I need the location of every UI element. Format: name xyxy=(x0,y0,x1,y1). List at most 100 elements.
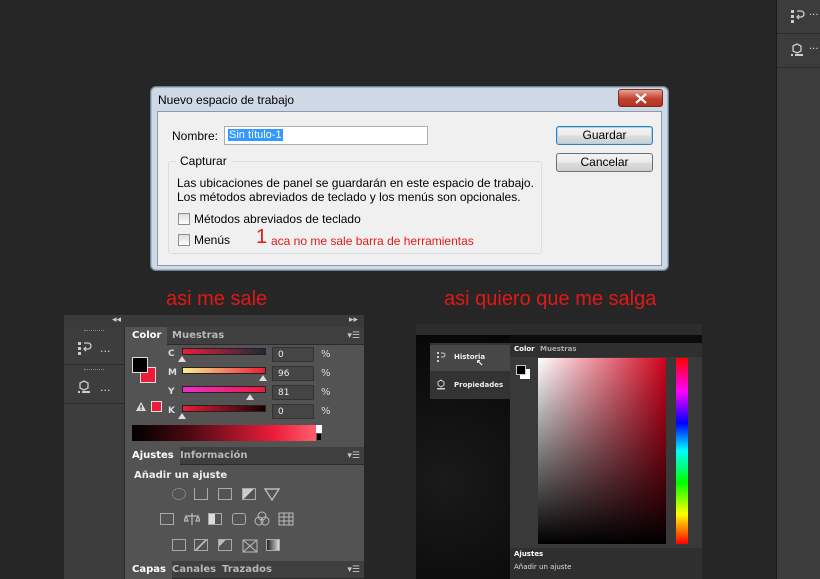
foreground-color-swatch[interactable] xyxy=(132,357,148,373)
shortcuts-checkbox-label[interactable]: Métodos abreviados de teclado xyxy=(194,212,361,226)
color-balance-icon[interactable] xyxy=(184,512,200,526)
ramp-black-swatch[interactable] xyxy=(316,433,322,441)
menus-checkbox[interactable] xyxy=(178,234,190,246)
right-dock: ... ... xyxy=(776,0,820,579)
panel-menu-icon[interactable]: ▾☰ xyxy=(347,331,360,341)
grip-icon xyxy=(84,369,104,371)
menus-checkbox-label[interactable]: Menús xyxy=(194,233,230,247)
properties-icon xyxy=(791,43,803,56)
expanded-dock: Historia ↖ Propiedades xyxy=(430,343,510,399)
threshold-icon[interactable] xyxy=(218,539,232,551)
collapse-right-icon[interactable]: ▸▸ xyxy=(349,315,358,325)
history-icon xyxy=(78,342,92,355)
black-white-icon[interactable] xyxy=(208,513,222,525)
grip-icon xyxy=(84,330,104,332)
shortcuts-checkbox[interactable] xyxy=(178,213,190,225)
slider-value[interactable]: 0 xyxy=(272,404,314,419)
right-dock-history[interactable]: ... xyxy=(777,0,820,34)
slider-track[interactable] xyxy=(182,405,266,412)
slider-track[interactable] xyxy=(182,367,266,374)
adjust-section: Ajustes Añadir un ajuste xyxy=(510,548,702,579)
adjust-heading: Añadir un ajuste xyxy=(134,470,228,481)
dock-item-properties[interactable]: Propiedades xyxy=(430,373,510,399)
vibrance-icon[interactable] xyxy=(264,488,280,501)
tab-color[interactable]: Color xyxy=(126,327,168,345)
tab-swatches[interactable]: Muestras xyxy=(540,345,577,353)
cancel-button[interactable]: Cancelar xyxy=(556,153,653,172)
dialog-body: Nombre: Sin título-1 Guardar Cancelar Ca… xyxy=(157,111,662,266)
name-label: Nombre: xyxy=(172,129,219,143)
name-input-value: Sin título-1 xyxy=(228,129,283,141)
curves-icon[interactable] xyxy=(218,488,232,500)
workspace-dialog: Nuevo espacio de trabajo Nombre: Sin tít… xyxy=(150,86,669,271)
tab-info[interactable]: Información xyxy=(174,447,254,465)
dock-dots: ... xyxy=(100,342,111,355)
gamut-color-swatch[interactable] xyxy=(151,401,162,412)
dock-item-history[interactable]: Historia ↖ xyxy=(430,345,510,371)
description-line: Las ubicaciones de panel se guardarán en… xyxy=(177,176,534,190)
right-dock-dots: ... xyxy=(809,41,819,52)
collapsed-dock: ... ... xyxy=(64,327,125,579)
dock-item-properties[interactable]: ... xyxy=(64,366,125,404)
color-field[interactable] xyxy=(538,358,666,544)
color-tab-row: Color Muestras ▾☰ xyxy=(126,327,364,345)
percent-unit: % xyxy=(321,349,331,360)
hue-saturation-icon[interactable] xyxy=(160,513,174,525)
tab-swatches[interactable]: Muestras xyxy=(166,327,230,345)
slider-label: C xyxy=(168,349,175,359)
invert-icon[interactable] xyxy=(172,539,186,551)
brightness-icon[interactable] xyxy=(172,488,186,500)
tab-color[interactable]: Color xyxy=(514,345,535,353)
slider-label: K xyxy=(168,406,175,416)
dock-item-history[interactable]: ... xyxy=(64,327,125,365)
percent-unit: % xyxy=(321,387,331,398)
tab-channels[interactable]: Canales xyxy=(166,561,222,579)
slider-value[interactable]: 0 xyxy=(272,347,314,362)
properties-icon xyxy=(437,379,445,390)
slider-value[interactable]: 81 xyxy=(272,385,314,400)
foreground-color-swatch[interactable] xyxy=(516,365,526,375)
tab-paths[interactable]: Trazados xyxy=(216,561,278,579)
screenshot-current: ◂◂ ▸▸ ... ... Color Muestras ▾☰ C 0 % M … xyxy=(64,315,364,579)
save-button[interactable]: Guardar xyxy=(556,126,653,145)
photo-filter-icon[interactable] xyxy=(232,513,246,525)
dialog-title: Nuevo espacio de trabajo xyxy=(158,93,295,107)
dock-item-label: Propiedades xyxy=(454,381,504,389)
panel-menu-icon[interactable]: ▾☰ xyxy=(347,451,360,461)
close-button[interactable] xyxy=(618,89,663,107)
tab-adjustments[interactable]: Ajustes xyxy=(514,550,543,558)
levels-icon[interactable] xyxy=(194,488,208,500)
adjust-tab-row: Ajustes Información ▾☰ xyxy=(126,447,364,465)
gradient-map-icon[interactable] xyxy=(266,539,280,551)
slider-thumb[interactable] xyxy=(246,394,255,400)
hue-slider[interactable] xyxy=(676,358,688,544)
posterize-icon[interactable] xyxy=(194,539,208,551)
gamut-warning-icon xyxy=(136,402,146,411)
slider-thumb[interactable] xyxy=(258,375,267,381)
panel-menu-icon[interactable]: ▾☰ xyxy=(347,565,360,575)
slider-track[interactable] xyxy=(182,348,266,355)
slider-thumb[interactable] xyxy=(178,356,186,362)
selective-color-icon[interactable] xyxy=(242,539,258,553)
caption-right: asi quiero que me salga xyxy=(444,288,657,310)
color-panel-group: Color Muestras ▾☰ C 0 % M 96 % Y 81 % K … xyxy=(126,327,364,579)
color-ramp[interactable] xyxy=(132,425,322,441)
channel-mixer-icon[interactable] xyxy=(254,511,270,527)
ramp-white-swatch[interactable] xyxy=(316,425,322,433)
slider-thumb[interactable] xyxy=(178,413,186,419)
percent-unit: % xyxy=(321,406,331,417)
slider-value[interactable]: 96 xyxy=(272,366,314,381)
annotation-number: 1 xyxy=(256,226,268,248)
caption-left: asi me sale xyxy=(166,288,268,310)
history-icon xyxy=(437,352,446,362)
name-input[interactable]: Sin título-1 xyxy=(224,126,428,145)
exposure-icon[interactable] xyxy=(242,488,256,500)
color-tab-row: Color Muestras xyxy=(510,343,702,357)
slider-track[interactable] xyxy=(182,386,266,393)
right-dock-properties[interactable]: ... xyxy=(777,34,820,68)
history-icon xyxy=(791,10,805,23)
properties-icon xyxy=(78,380,90,393)
color-lookup-icon[interactable] xyxy=(278,512,294,526)
collapse-left-icon[interactable]: ◂◂ xyxy=(112,315,121,325)
tab-adjustments[interactable]: Ajustes xyxy=(126,447,180,465)
